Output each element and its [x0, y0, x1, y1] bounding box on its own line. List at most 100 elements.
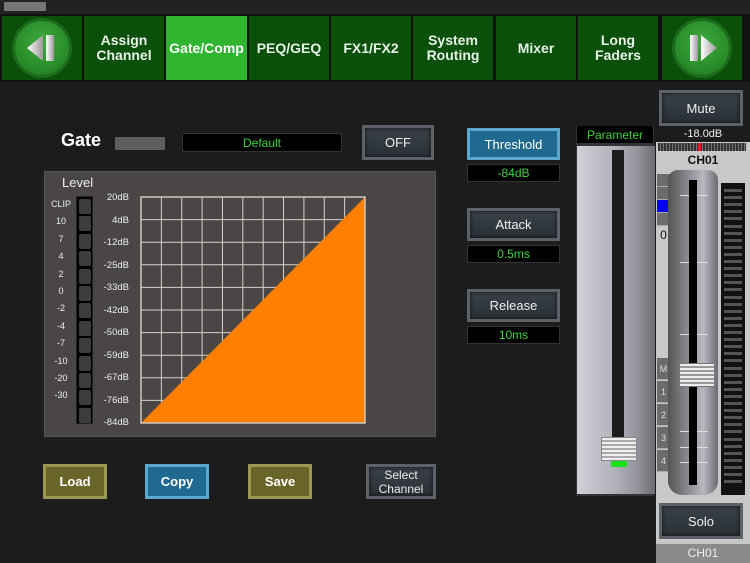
meter-segment [724, 444, 742, 448]
y-axis-label: -67dB [103, 372, 129, 383]
gate-title: Gate [61, 130, 102, 150]
meter-segment [724, 345, 742, 349]
y-axis-label: 4dB [112, 214, 129, 226]
meter-segment [724, 274, 742, 278]
meter-segment [724, 281, 742, 285]
meter-label: -7 [56, 338, 65, 349]
meter-segment [724, 309, 742, 313]
meter-segment [724, 423, 742, 427]
meter-segment [724, 380, 742, 384]
meter-segment [724, 359, 742, 363]
parameter-label: Parameter [577, 126, 653, 143]
channel-fader-knob[interactable] [679, 362, 715, 387]
pan-indicator [698, 143, 701, 151]
threshold-button[interactable]: Threshold [467, 128, 560, 160]
load-button[interactable]: Load [43, 464, 107, 499]
mute-button[interactable]: Mute [659, 90, 743, 126]
next-page-icon [672, 18, 732, 78]
meter-segment [724, 210, 742, 214]
solo-button[interactable]: Solo [659, 503, 743, 539]
meter-label: -30 [54, 390, 68, 401]
meter-segment [724, 430, 742, 434]
meter-segment [724, 416, 742, 420]
tab-long-faders[interactable]: Long Faders [578, 16, 658, 80]
meter-segment [724, 352, 742, 356]
meter-segment [724, 465, 742, 469]
preset-name[interactable]: Default [182, 133, 342, 152]
parameter-fader-slot [612, 150, 624, 456]
y-axis-label: -42dB [103, 304, 129, 316]
meter-segment [724, 189, 742, 192]
meter-segment [724, 323, 742, 327]
meter-label: 2 [58, 268, 64, 279]
meter-label: -2 [56, 303, 65, 314]
tab-assign-channel[interactable]: Assign Channel [84, 16, 164, 80]
next-page-button[interactable] [662, 16, 742, 80]
previous-page-button[interactable] [2, 16, 82, 80]
tab-fx1-fx2[interactable]: FX1/FX2 [331, 16, 411, 80]
tab-gate-comp[interactable]: Gate/Comp [166, 16, 247, 80]
tab-mixer[interactable]: Mixer [496, 16, 576, 80]
y-axis-label: -84dB [103, 417, 129, 428]
meter-segment [724, 238, 742, 242]
meter-segment [724, 458, 742, 462]
y-axis-label: -50dB [103, 327, 129, 338]
channel-name-bottom: CH01 [656, 544, 750, 563]
y-axis-label: -25dB [103, 259, 129, 271]
meter-segment [724, 203, 742, 207]
copy-button[interactable]: Copy [145, 464, 209, 499]
meter-segment [724, 295, 742, 299]
scroll-indicator[interactable] [4, 2, 46, 11]
meter-segment [724, 196, 742, 200]
meter-segment [724, 451, 742, 455]
select-channel-button[interactable]: Select Channel [366, 464, 436, 499]
meter-segment [724, 245, 742, 249]
level-label: Level [62, 175, 94, 190]
tab-peq-geq[interactable]: PEQ/GEQ [249, 16, 329, 80]
parameter-fader-knob[interactable] [601, 437, 637, 462]
meter-segment [724, 387, 742, 391]
meter-segment [724, 267, 742, 271]
meter-label: -20 [54, 373, 68, 383]
threshold-value: -84dB [467, 164, 560, 182]
attack-button[interactable]: Attack [467, 208, 560, 241]
meter-segment [724, 224, 742, 228]
top-bar [0, 0, 750, 14]
meter-label: 0 [58, 286, 64, 296]
meter-segment [724, 402, 742, 405]
y-axis-label: -59dB [103, 349, 129, 361]
gate-indicator [115, 137, 165, 150]
meter-segment [724, 409, 742, 413]
meter-segment [724, 252, 742, 256]
channel-level-readout: -18.0dB [683, 128, 723, 140]
release-button[interactable]: Release [467, 289, 560, 322]
y-axis-label: -12dB [103, 237, 129, 248]
pan-slider[interactable] [658, 143, 746, 151]
attack-value: 0.5ms [467, 245, 560, 263]
meter-segment [724, 302, 742, 306]
meter-segment [724, 373, 742, 377]
save-button[interactable]: Save [248, 464, 312, 499]
gate-toggle-button[interactable]: OFF [362, 125, 434, 160]
tab-system-routing[interactable]: System Routing [413, 16, 493, 80]
meter-label: 4 [58, 251, 64, 262]
release-value: 10ms [467, 326, 560, 344]
gate-curve-graph[interactable] [140, 196, 366, 424]
meter-segment [724, 473, 742, 476]
meter-segment [724, 316, 742, 320]
meter-label: 10 [55, 216, 66, 227]
channel-fader-slot [689, 180, 697, 485]
previous-page-icon [12, 18, 72, 78]
meter-segment [724, 331, 742, 334]
meter-segment [724, 338, 742, 342]
meter-segment [724, 394, 742, 398]
meter-label: CLIP [50, 199, 71, 209]
meter-segment [724, 437, 742, 441]
channel-level-meter [721, 183, 745, 495]
meter-segment [724, 480, 742, 484]
meter-segment [724, 260, 742, 263]
y-axis-label: -33dB [103, 282, 129, 293]
channel-name: CH01 [687, 153, 719, 167]
meter-label: 7 [58, 233, 64, 244]
y-axis-label: 20dB [106, 192, 129, 203]
